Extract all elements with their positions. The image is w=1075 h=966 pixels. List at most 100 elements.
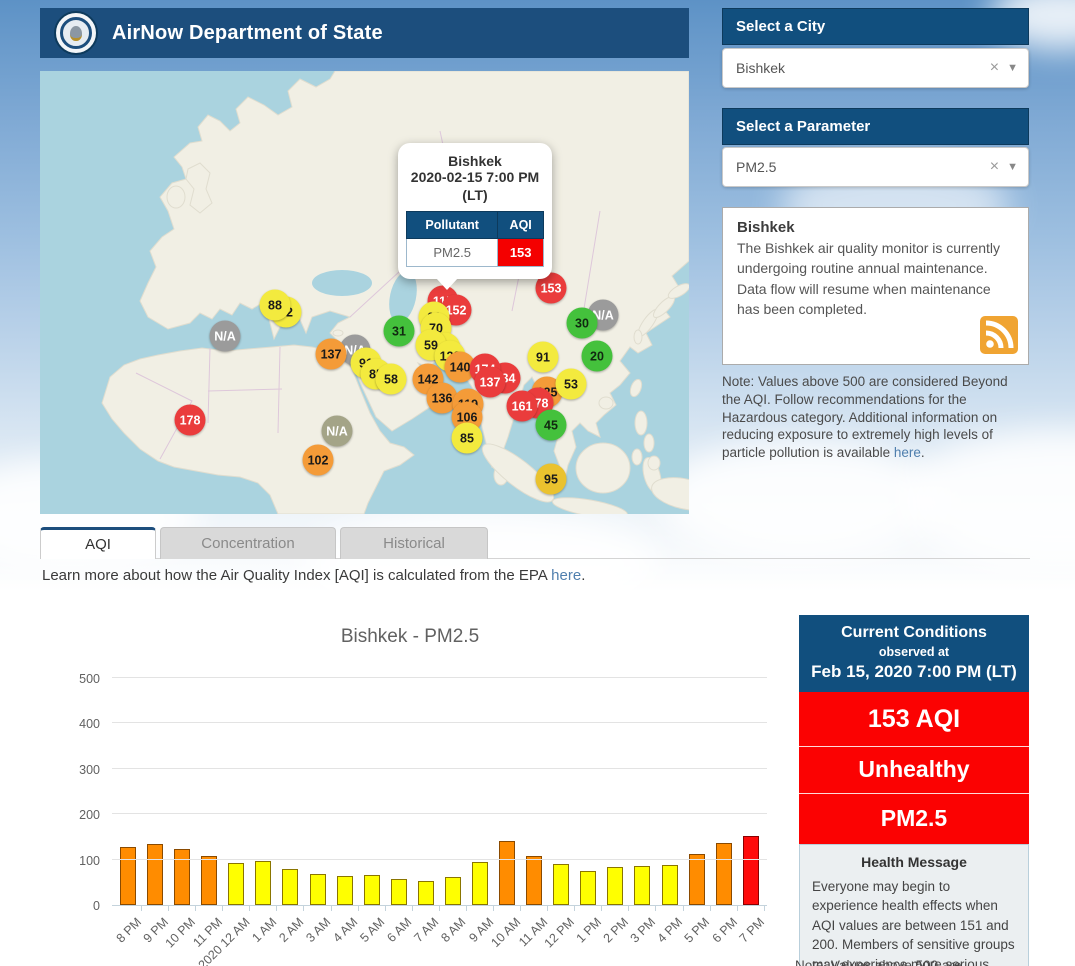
bar-slot-3-am: 3 AM bbox=[310, 678, 326, 905]
bar-10-am[interactable] bbox=[499, 841, 515, 905]
parameter-select-card: Select a Parameter bbox=[722, 108, 1029, 145]
city-info-box: Bishkek The Bishkek air quality monitor … bbox=[722, 207, 1029, 365]
clear-icon[interactable]: × bbox=[982, 59, 1007, 77]
map-marker-161[interactable]: 161 bbox=[507, 391, 538, 422]
learn-more-here-link[interactable]: here bbox=[551, 567, 581, 584]
map-marker-178[interactable]: 178 bbox=[175, 405, 206, 436]
air-quality-map[interactable]: 8288N/AN/A137918558178N/A102311151526970… bbox=[40, 71, 689, 514]
map-marker-30[interactable]: 30 bbox=[567, 308, 598, 339]
rss-icon[interactable] bbox=[980, 316, 1018, 354]
bar-3-pm[interactable] bbox=[634, 866, 650, 905]
bar-slot-11-pm: 11 PM bbox=[201, 678, 217, 905]
tab-historical[interactable]: Historical bbox=[340, 527, 488, 559]
note-body: Note: Values above 500 are considered Be… bbox=[722, 374, 1008, 460]
learn-more-suffix: . bbox=[581, 567, 585, 584]
chart-bars: 8 PM9 PM10 PM11 PM2020 12 AM1 AM2 AM3 AM… bbox=[112, 678, 767, 905]
bar-4-pm[interactable] bbox=[662, 865, 678, 905]
parameter-select-dropdown[interactable]: PM2.5 × ▼ bbox=[722, 147, 1029, 187]
bar-6-am[interactable] bbox=[391, 879, 407, 905]
x-label-12-pm: 12 PM bbox=[542, 915, 577, 950]
bar-7-pm[interactable] bbox=[743, 836, 759, 905]
popup-datetime: 2020-02-15 7:00 PM (LT) bbox=[406, 169, 544, 204]
bar-11-pm[interactable] bbox=[201, 856, 217, 905]
bar-slot-9-am: 9 AM bbox=[472, 678, 488, 905]
bar-1-pm[interactable] bbox=[580, 871, 596, 905]
bar-12-pm[interactable] bbox=[553, 864, 569, 905]
map-marker-na[interactable]: N/A bbox=[322, 416, 353, 447]
bar-slot-6-pm: 6 PM bbox=[716, 678, 732, 905]
map-marker-102[interactable]: 102 bbox=[303, 445, 334, 476]
y-tick-100: 100 bbox=[54, 854, 100, 868]
bar-2020-12-am[interactable] bbox=[228, 863, 244, 905]
x-label-8-am: 8 AM bbox=[439, 915, 469, 945]
bar-3-am[interactable] bbox=[310, 874, 326, 905]
map-marker-91[interactable]: 91 bbox=[528, 342, 559, 373]
bar-slot-1-pm: 1 PM bbox=[580, 678, 596, 905]
observed-at-label: observed at bbox=[805, 645, 1023, 659]
bar-1-am[interactable] bbox=[255, 861, 271, 905]
aqi-bar-chart: Bishkek - PM2.5 AQI 8 PM9 PM10 PM11 PM20… bbox=[40, 612, 780, 906]
bar-slot-4-pm: 4 PM bbox=[662, 678, 678, 905]
map-marker-31[interactable]: 31 bbox=[384, 316, 415, 347]
map-marker-45[interactable]: 45 bbox=[536, 410, 567, 441]
bar-5-pm[interactable] bbox=[689, 854, 705, 905]
y-tick-0: 0 bbox=[54, 899, 100, 913]
clear-icon[interactable]: × bbox=[982, 158, 1007, 176]
map-marker-53[interactable]: 53 bbox=[556, 369, 587, 400]
bar-slot-2020-12-am: 2020 12 AM bbox=[228, 678, 244, 905]
bar-9-pm[interactable] bbox=[147, 844, 163, 905]
bar-7-am[interactable] bbox=[418, 881, 434, 905]
bar-slot-11-am: 11 AM bbox=[526, 678, 542, 905]
x-label-6-am: 6 AM bbox=[385, 915, 415, 945]
tab-aqi[interactable]: AQI bbox=[40, 527, 156, 559]
bar-2-pm[interactable] bbox=[607, 867, 623, 905]
current-conditions-panel: Current Conditions observed at Feb 15, 2… bbox=[799, 615, 1029, 966]
bar-9-am[interactable] bbox=[472, 862, 488, 905]
bar-6-pm[interactable] bbox=[716, 843, 732, 905]
note-here-link[interactable]: here bbox=[894, 445, 921, 460]
bar-8-pm[interactable] bbox=[120, 847, 136, 905]
bar-5-am[interactable] bbox=[364, 875, 380, 905]
chevron-down-icon[interactable]: ▼ bbox=[1007, 161, 1018, 173]
y-tick-500: 500 bbox=[54, 672, 100, 686]
city-select-card: Select a City bbox=[722, 8, 1029, 45]
page: AirNow Department of State bbox=[0, 0, 1075, 966]
x-label-2-am: 2 AM bbox=[276, 915, 306, 945]
map-marker-na[interactable]: N/A bbox=[210, 321, 241, 352]
bar-2-am[interactable] bbox=[282, 869, 298, 905]
gridline-200 bbox=[112, 813, 767, 814]
map-marker-95[interactable]: 95 bbox=[536, 464, 567, 495]
bar-slot-7-pm: 7 PM bbox=[743, 678, 759, 905]
map-marker-58[interactable]: 58 bbox=[376, 364, 407, 395]
x-label-1-am: 1 AM bbox=[249, 915, 279, 945]
map-marker-20[interactable]: 20 bbox=[582, 341, 613, 372]
x-label-2-pm: 2 PM bbox=[601, 915, 632, 946]
state-department-seal-icon bbox=[54, 11, 98, 55]
tab-bar: AQI Concentration Historical bbox=[40, 527, 488, 559]
city-select-dropdown[interactable]: Bishkek × ▼ bbox=[722, 48, 1029, 88]
bar-4-am[interactable] bbox=[337, 876, 353, 905]
bar-slot-2-pm: 2 PM bbox=[607, 678, 623, 905]
app-title: AirNow Department of State bbox=[112, 22, 383, 45]
aqi-category: Unhealthy bbox=[799, 746, 1029, 793]
popup-pollutant-value: PM2.5 bbox=[407, 239, 498, 267]
gridline-100 bbox=[112, 859, 767, 860]
health-message-body: Everyone may begin to experience health … bbox=[812, 877, 1016, 966]
parameter-select-header: Select a Parameter bbox=[722, 108, 1029, 145]
popup-table: Pollutant AQI PM2.5 153 bbox=[406, 211, 544, 267]
chart-plot-area: AQI 8 PM9 PM10 PM11 PM2020 12 AM1 AM2 AM… bbox=[112, 678, 767, 906]
map-marker-137[interactable]: 137 bbox=[316, 339, 347, 370]
bar-8-am[interactable] bbox=[445, 877, 461, 905]
bar-11-am[interactable] bbox=[526, 856, 542, 905]
popup-city: Bishkek bbox=[406, 153, 544, 169]
chevron-down-icon[interactable]: ▼ bbox=[1007, 62, 1018, 74]
info-box-title: Bishkek bbox=[737, 219, 1014, 236]
x-label-5-pm: 5 PM bbox=[682, 915, 713, 946]
bar-10-pm[interactable] bbox=[174, 849, 190, 905]
map-marker-88[interactable]: 88 bbox=[260, 290, 291, 321]
chart-title: Bishkek - PM2.5 bbox=[40, 624, 780, 678]
gridline-300 bbox=[112, 768, 767, 769]
map-marker-85[interactable]: 85 bbox=[452, 423, 483, 454]
gridline-400 bbox=[112, 722, 767, 723]
tab-concentration[interactable]: Concentration bbox=[160, 527, 336, 559]
